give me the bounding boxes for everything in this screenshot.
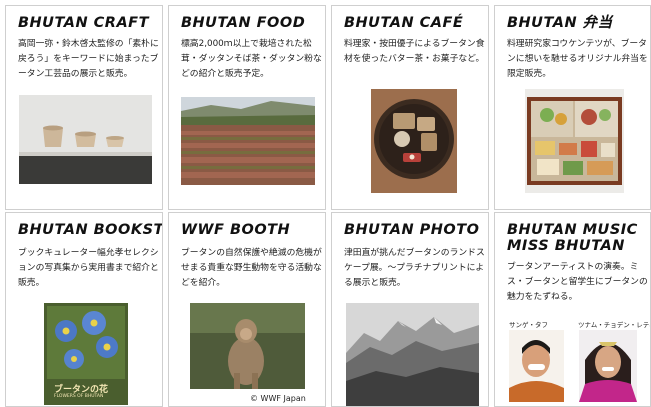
card-title: BHUTAN BOOKSTORE xyxy=(18,222,163,238)
exhibit-grid: BHUTAN CRAFT 高岡一弥・鈴木啓太監修の「素朴に戻ろう」をキーワードに… xyxy=(5,5,651,407)
card-bhutan-cafe[interactable]: BHUTAN CAFÉ 料理家・按田優子によるブータン食材を使ったバター茶・お菓… xyxy=(331,5,489,210)
person-right-photo xyxy=(579,330,637,402)
card-description: ブックキュレーター幅允孝セレクションの写真集から実用書まで紹介と販売。 xyxy=(18,248,159,288)
person-left-name: サンゲ・タフ xyxy=(509,321,548,329)
bento-box-photo xyxy=(525,89,624,193)
card-description: 標高2,000ｍ以上で栽培された松茸・ダッタンそば茶・ダッタン粉などの紹介と販売… xyxy=(181,39,322,79)
card-bhutan-craft[interactable]: BHUTAN CRAFT 高岡一弥・鈴木啓太監修の「素朴に戻ろう」をキーワードに… xyxy=(5,5,163,210)
card-wwf-booth[interactable]: WWF BOOTH ブータンの自然保護や絶滅の危機がせまる貴重な野生動物を守る活… xyxy=(168,212,326,407)
photo-credit: © WWF Japan xyxy=(250,394,306,403)
card-description: 津田直が挑んだブータンのランドスケープ展。〜プラチナプリントによる展示と販売。 xyxy=(344,248,485,288)
card-bhutan-photo[interactable]: BHUTAN PHOTO 津田直が挑んだブータンのランドスケープ展。〜プラチナプ… xyxy=(331,212,489,407)
card-title: BHUTAN CAFÉ xyxy=(344,15,464,31)
card-bhutan-bookstore[interactable]: BHUTAN BOOKSTORE ブックキュレーター幅允孝セレクションの写真集か… xyxy=(5,212,163,407)
macaque-photo xyxy=(190,303,305,389)
mountain-landscape-photo xyxy=(346,303,479,406)
buckwheat-field-photo xyxy=(181,97,315,185)
card-title: BHUTAN PHOTO xyxy=(344,222,480,238)
book-cover-subtitle: FLOWERS OF BHUTAN xyxy=(54,394,104,399)
card-description: 料理研究家コウケンテツが、ブータンに想いを馳せるオリジナル弁当を限定販売。 xyxy=(507,39,648,79)
card-description: 料理家・按田優子によるブータン食材を使ったバター茶・お菓子など。 xyxy=(344,39,485,64)
card-title: BHUTAN MUSIC MISS BHUTAN xyxy=(507,222,638,254)
card-description: ブータンアーティストの演奏。ミス・ブータンと留学生にブータンの魅力をたずねる。 xyxy=(507,262,648,302)
person-left-photo xyxy=(509,330,564,402)
card-title: BHUTAN FOOD xyxy=(181,15,306,31)
cafe-sweets-photo xyxy=(371,89,457,193)
card-bhutan-bento[interactable]: BHUTAN 弁当 料理研究家コウケンテツが、ブータンに想いを馳せるオリジナル弁… xyxy=(494,5,651,210)
card-title: BHUTAN CRAFT xyxy=(18,15,149,31)
card-description: 高岡一弥・鈴木啓太監修の「素朴に戻ろう」をキーワードに始まったブータン工芸品の展… xyxy=(18,39,159,79)
craft-photo xyxy=(19,95,152,184)
card-title: WWF BOOTH xyxy=(181,222,291,238)
book-cover-photo: ブータンの花 FLOWERS OF BHUTAN xyxy=(44,303,128,405)
card-bhutan-food[interactable]: BHUTAN FOOD 標高2,000ｍ以上で栽培された松茸・ダッタンそば茶・ダ… xyxy=(168,5,326,210)
card-bhutan-music[interactable]: BHUTAN MUSIC MISS BHUTAN ブータンアーティストの演奏。ミ… xyxy=(494,212,651,407)
card-title: BHUTAN 弁当 xyxy=(507,15,613,31)
person-right-name: ツナム・チョデン・レティ xyxy=(578,321,651,329)
card-description: ブータンの自然保護や絶滅の危機がせまる貴重な野生動物を守る活動などを紹介。 xyxy=(181,248,322,288)
